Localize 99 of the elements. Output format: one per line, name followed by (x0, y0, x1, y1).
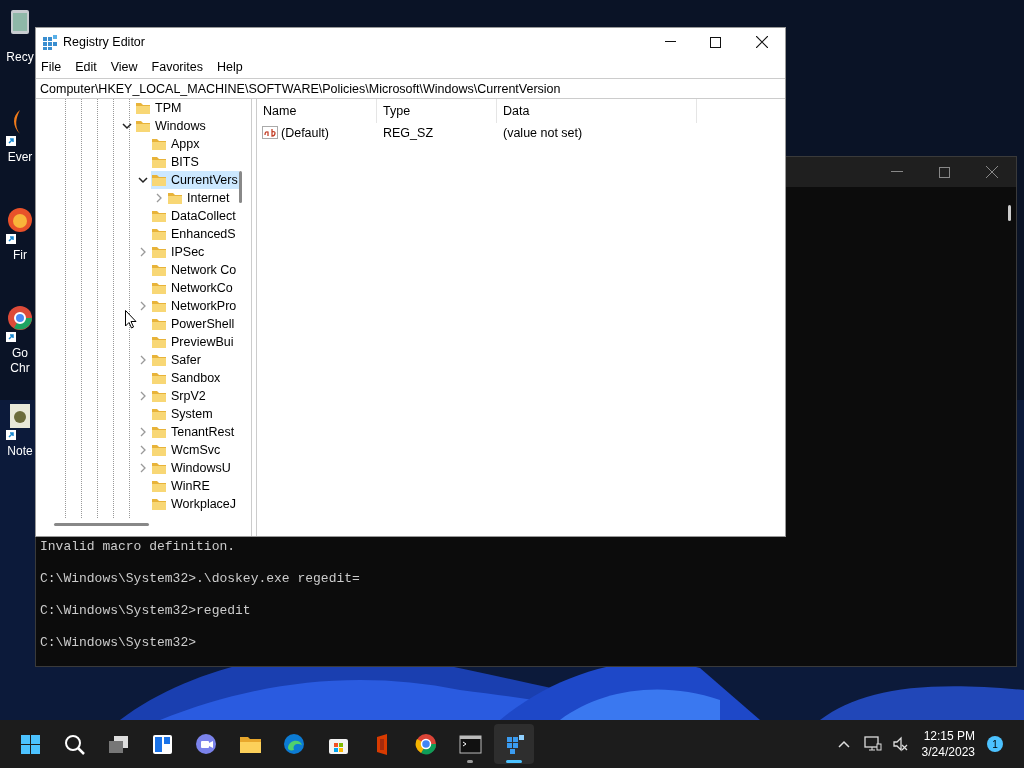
folder-icon (135, 118, 151, 134)
scrollbar-thumb[interactable] (54, 523, 149, 526)
folder-icon (151, 208, 167, 224)
tree-item[interactable]: PowerShell (151, 315, 236, 333)
window-title: Registry Editor (63, 33, 145, 51)
tree-item[interactable]: WorkplaceJ (151, 495, 238, 513)
tree-item[interactable]: PreviewBui (151, 333, 235, 351)
clock-time[interactable]: 12:15 PM (923, 728, 975, 744)
folder-icon (151, 280, 167, 296)
icon-label[interactable]: Recy (2, 50, 38, 65)
address-field[interactable]: Computer\HKEY_LOCAL_MACHINE\SOFTWARE\Policies\Microsoft\Windows\CurrentVersion (36, 78, 785, 99)
value-data: (value not set) (503, 125, 583, 140)
tree-item[interactable]: Internet (167, 189, 231, 207)
tree-item[interactable]: Windows (135, 117, 207, 135)
menu-item[interactable]: File (41, 57, 62, 77)
folder-icon (151, 370, 167, 386)
chevron-right-icon[interactable] (154, 193, 164, 203)
string-value-icon (262, 126, 278, 140)
tree-item[interactable]: NetworkCo (151, 279, 234, 297)
notification-badge[interactable]: 1 (987, 736, 1003, 752)
clock-date[interactable]: 3/24/2023 (921, 744, 975, 760)
folder-icon (151, 154, 167, 170)
minimize-icon[interactable] (665, 41, 676, 43)
chevron-right-icon[interactable] (138, 445, 148, 455)
chevron-up-icon[interactable] (837, 740, 850, 748)
close-icon[interactable] (756, 36, 768, 48)
folder-icon (151, 172, 167, 188)
tree-item[interactable]: DataCollect (151, 207, 237, 225)
column-header[interactable]: Type (383, 104, 411, 118)
folder-icon (151, 334, 167, 350)
tree-item[interactable]: IPSec (151, 243, 206, 261)
tree-item[interactable]: SrpV2 (151, 387, 207, 405)
maximize-icon[interactable] (710, 36, 721, 48)
shortcut-icon[interactable] (6, 304, 34, 344)
column-header[interactable]: Data (503, 104, 530, 118)
tree-item[interactable]: NetworkPro (151, 297, 238, 315)
folder-icon (151, 406, 167, 422)
menu-item[interactable]: Edit (75, 57, 97, 77)
scrollbar-thumb[interactable] (239, 171, 242, 203)
edge-icon (281, 731, 307, 757)
chevron-right-icon[interactable] (138, 247, 148, 257)
folder-icon (151, 244, 167, 260)
shortcut-icon[interactable] (6, 206, 34, 246)
icon-label[interactable]: Fir (2, 248, 38, 263)
chevron-right-icon[interactable] (138, 301, 148, 311)
chevron-right-icon[interactable] (138, 391, 148, 401)
icon-label[interactable]: Ever (2, 150, 38, 165)
menu-item[interactable]: Favorites (151, 57, 203, 77)
column-header[interactable]: Name (263, 104, 297, 118)
tree-item[interactable]: BITS (151, 153, 200, 171)
mouse-cursor-icon (125, 310, 137, 329)
chrome-icon (413, 731, 439, 757)
folder-icon (151, 298, 167, 314)
chevron-right-icon[interactable] (138, 427, 148, 437)
folder-icon (151, 442, 167, 458)
menu-item[interactable]: View (110, 57, 138, 77)
tree-item[interactable]: CurrentVers (151, 171, 239, 189)
tree-item[interactable]: Appx (151, 135, 201, 153)
value-name[interactable]: (Default) (281, 123, 329, 143)
registry-icon (42, 34, 58, 50)
value-type: REG_SZ (383, 125, 433, 140)
tree-item[interactable]: Safer (151, 351, 202, 369)
network-icon[interactable] (863, 736, 882, 752)
folder-icon (151, 226, 167, 242)
tree-item[interactable]: WcmSvc (151, 441, 222, 459)
folder-icon (151, 478, 167, 494)
folder-icon (135, 100, 151, 116)
tree-item[interactable]: TenantRest (151, 423, 236, 441)
folder-icon (151, 136, 167, 152)
tree-item[interactable]: Network Co (151, 261, 238, 279)
tree-item[interactable]: WinRE (151, 477, 211, 495)
chevron-right-icon[interactable] (138, 463, 148, 473)
chevron-down-icon[interactable] (138, 175, 148, 185)
icon-label[interactable]: Note (2, 444, 38, 459)
folder-icon (167, 190, 183, 206)
folder-icon (151, 352, 167, 368)
folder-icon (151, 460, 167, 476)
chat-icon (193, 731, 219, 757)
tree-item[interactable]: WindowsU (151, 459, 232, 477)
folder-icon (151, 496, 167, 512)
console-line: C:\Windows\System32> (40, 635, 198, 652)
console-line: Invalid macro definition. (40, 539, 237, 556)
menu-item[interactable]: Help (217, 57, 243, 77)
folder-icon (151, 388, 167, 404)
folder-icon (151, 262, 167, 278)
taskbar-button[interactable] (494, 724, 534, 764)
tree-item[interactable]: System (151, 405, 214, 423)
console-line: C:\Windows\System32>regedit (40, 603, 252, 620)
chevron-down-icon[interactable] (122, 121, 132, 131)
icon-label[interactable]: Go Chr (2, 346, 38, 376)
folder-icon (151, 424, 167, 440)
speaker-muted-icon[interactable] (891, 736, 908, 752)
tree-item[interactable]: TPM (135, 99, 183, 117)
chevron-right-icon[interactable] (138, 355, 148, 365)
console-line: C:\Windows\System32>.\doskey.exe regedit= (40, 571, 360, 588)
tree-item[interactable]: Sandbox (151, 369, 222, 387)
tree-item[interactable]: EnhancedS (151, 225, 237, 243)
folder-icon (151, 316, 167, 332)
scrollbar-thumb[interactable] (1008, 205, 1011, 221)
